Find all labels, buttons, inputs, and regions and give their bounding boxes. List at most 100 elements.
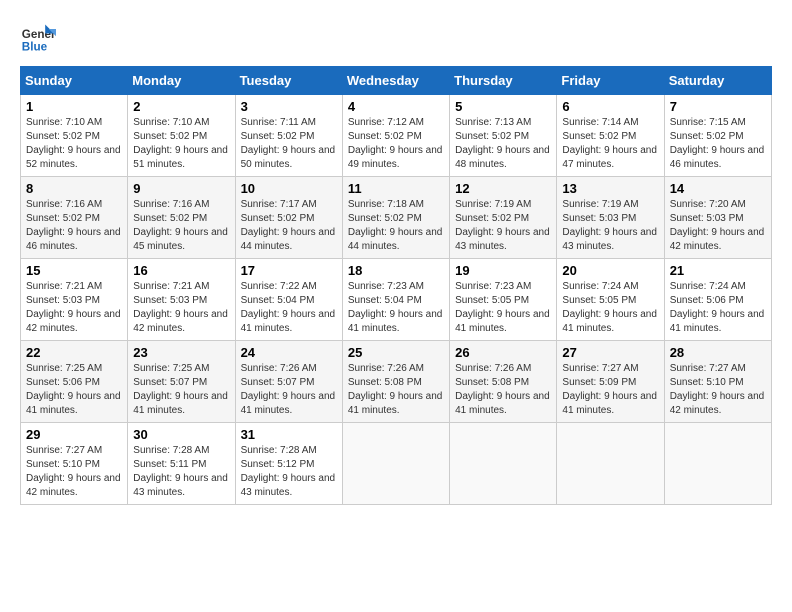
day-info: Sunrise: 7:21 AM Sunset: 5:03 PM Dayligh…: [133, 280, 229, 336]
day-cell: 1 Sunrise: 7:10 AM Sunset: 5:02 PM Dayli…: [21, 95, 128, 177]
page-header: General Blue: [20, 20, 772, 56]
day-number: 21: [670, 263, 766, 278]
day-info: Sunrise: 7:13 AM Sunset: 5:02 PM Dayligh…: [455, 116, 551, 172]
day-info: Sunrise: 7:24 AM Sunset: 5:06 PM Dayligh…: [670, 280, 766, 336]
day-cell: 10 Sunrise: 7:17 AM Sunset: 5:02 PM Dayl…: [235, 177, 342, 259]
day-number: 26: [455, 345, 551, 360]
day-info: Sunrise: 7:10 AM Sunset: 5:02 PM Dayligh…: [26, 116, 122, 172]
day-number: 11: [348, 181, 444, 196]
day-cell: 24 Sunrise: 7:26 AM Sunset: 5:07 PM Dayl…: [235, 341, 342, 423]
header-row: SundayMondayTuesdayWednesdayThursdayFrid…: [21, 67, 772, 95]
day-info: Sunrise: 7:25 AM Sunset: 5:06 PM Dayligh…: [26, 362, 122, 418]
day-number: 6: [562, 99, 658, 114]
week-row-5: 29 Sunrise: 7:27 AM Sunset: 5:10 PM Dayl…: [21, 423, 772, 505]
day-info: Sunrise: 7:27 AM Sunset: 5:10 PM Dayligh…: [26, 444, 122, 500]
day-info: Sunrise: 7:15 AM Sunset: 5:02 PM Dayligh…: [670, 116, 766, 172]
day-number: 22: [26, 345, 122, 360]
header-cell-sunday: Sunday: [21, 67, 128, 95]
day-info: Sunrise: 7:26 AM Sunset: 5:08 PM Dayligh…: [348, 362, 444, 418]
header-cell-saturday: Saturday: [664, 67, 771, 95]
svg-text:Blue: Blue: [22, 41, 48, 54]
day-cell: 3 Sunrise: 7:11 AM Sunset: 5:02 PM Dayli…: [235, 95, 342, 177]
day-cell: [557, 423, 664, 505]
day-cell: 8 Sunrise: 7:16 AM Sunset: 5:02 PM Dayli…: [21, 177, 128, 259]
day-cell: [450, 423, 557, 505]
day-info: Sunrise: 7:19 AM Sunset: 5:03 PM Dayligh…: [562, 198, 658, 254]
day-info: Sunrise: 7:16 AM Sunset: 5:02 PM Dayligh…: [133, 198, 229, 254]
day-info: Sunrise: 7:27 AM Sunset: 5:09 PM Dayligh…: [562, 362, 658, 418]
day-cell: 15 Sunrise: 7:21 AM Sunset: 5:03 PM Dayl…: [21, 259, 128, 341]
day-info: Sunrise: 7:26 AM Sunset: 5:08 PM Dayligh…: [455, 362, 551, 418]
day-info: Sunrise: 7:28 AM Sunset: 5:11 PM Dayligh…: [133, 444, 229, 500]
day-cell: 2 Sunrise: 7:10 AM Sunset: 5:02 PM Dayli…: [128, 95, 235, 177]
day-number: 12: [455, 181, 551, 196]
day-info: Sunrise: 7:24 AM Sunset: 5:05 PM Dayligh…: [562, 280, 658, 336]
day-info: Sunrise: 7:18 AM Sunset: 5:02 PM Dayligh…: [348, 198, 444, 254]
day-cell: 21 Sunrise: 7:24 AM Sunset: 5:06 PM Dayl…: [664, 259, 771, 341]
day-cell: 27 Sunrise: 7:27 AM Sunset: 5:09 PM Dayl…: [557, 341, 664, 423]
day-cell: [342, 423, 449, 505]
day-number: 29: [26, 427, 122, 442]
calendar-table: SundayMondayTuesdayWednesdayThursdayFrid…: [20, 66, 772, 505]
week-row-3: 15 Sunrise: 7:21 AM Sunset: 5:03 PM Dayl…: [21, 259, 772, 341]
day-cell: 31 Sunrise: 7:28 AM Sunset: 5:12 PM Dayl…: [235, 423, 342, 505]
day-info: Sunrise: 7:19 AM Sunset: 5:02 PM Dayligh…: [455, 198, 551, 254]
day-cell: 23 Sunrise: 7:25 AM Sunset: 5:07 PM Dayl…: [128, 341, 235, 423]
day-number: 31: [241, 427, 337, 442]
week-row-2: 8 Sunrise: 7:16 AM Sunset: 5:02 PM Dayli…: [21, 177, 772, 259]
day-number: 14: [670, 181, 766, 196]
day-cell: 28 Sunrise: 7:27 AM Sunset: 5:10 PM Dayl…: [664, 341, 771, 423]
week-row-4: 22 Sunrise: 7:25 AM Sunset: 5:06 PM Dayl…: [21, 341, 772, 423]
day-cell: 18 Sunrise: 7:23 AM Sunset: 5:04 PM Dayl…: [342, 259, 449, 341]
day-number: 19: [455, 263, 551, 278]
day-number: 9: [133, 181, 229, 196]
day-number: 25: [348, 345, 444, 360]
day-info: Sunrise: 7:25 AM Sunset: 5:07 PM Dayligh…: [133, 362, 229, 418]
day-info: Sunrise: 7:12 AM Sunset: 5:02 PM Dayligh…: [348, 116, 444, 172]
calendar-body: 1 Sunrise: 7:10 AM Sunset: 5:02 PM Dayli…: [21, 95, 772, 505]
day-info: Sunrise: 7:10 AM Sunset: 5:02 PM Dayligh…: [133, 116, 229, 172]
day-cell: 17 Sunrise: 7:22 AM Sunset: 5:04 PM Dayl…: [235, 259, 342, 341]
day-cell: 20 Sunrise: 7:24 AM Sunset: 5:05 PM Dayl…: [557, 259, 664, 341]
day-number: 17: [241, 263, 337, 278]
day-info: Sunrise: 7:20 AM Sunset: 5:03 PM Dayligh…: [670, 198, 766, 254]
logo: General Blue: [20, 20, 56, 56]
day-number: 28: [670, 345, 766, 360]
day-number: 27: [562, 345, 658, 360]
day-number: 10: [241, 181, 337, 196]
day-number: 2: [133, 99, 229, 114]
day-number: 8: [26, 181, 122, 196]
day-cell: 26 Sunrise: 7:26 AM Sunset: 5:08 PM Dayl…: [450, 341, 557, 423]
day-cell: 9 Sunrise: 7:16 AM Sunset: 5:02 PM Dayli…: [128, 177, 235, 259]
day-cell: 14 Sunrise: 7:20 AM Sunset: 5:03 PM Dayl…: [664, 177, 771, 259]
day-cell: 5 Sunrise: 7:13 AM Sunset: 5:02 PM Dayli…: [450, 95, 557, 177]
day-number: 13: [562, 181, 658, 196]
day-number: 23: [133, 345, 229, 360]
day-number: 1: [26, 99, 122, 114]
day-info: Sunrise: 7:21 AM Sunset: 5:03 PM Dayligh…: [26, 280, 122, 336]
day-number: 3: [241, 99, 337, 114]
day-cell: 30 Sunrise: 7:28 AM Sunset: 5:11 PM Dayl…: [128, 423, 235, 505]
day-info: Sunrise: 7:14 AM Sunset: 5:02 PM Dayligh…: [562, 116, 658, 172]
day-cell: 22 Sunrise: 7:25 AM Sunset: 5:06 PM Dayl…: [21, 341, 128, 423]
day-info: Sunrise: 7:23 AM Sunset: 5:05 PM Dayligh…: [455, 280, 551, 336]
day-cell: 19 Sunrise: 7:23 AM Sunset: 5:05 PM Dayl…: [450, 259, 557, 341]
day-info: Sunrise: 7:22 AM Sunset: 5:04 PM Dayligh…: [241, 280, 337, 336]
day-cell: 25 Sunrise: 7:26 AM Sunset: 5:08 PM Dayl…: [342, 341, 449, 423]
day-number: 4: [348, 99, 444, 114]
day-cell: 13 Sunrise: 7:19 AM Sunset: 5:03 PM Dayl…: [557, 177, 664, 259]
day-info: Sunrise: 7:23 AM Sunset: 5:04 PM Dayligh…: [348, 280, 444, 336]
week-row-1: 1 Sunrise: 7:10 AM Sunset: 5:02 PM Dayli…: [21, 95, 772, 177]
day-info: Sunrise: 7:28 AM Sunset: 5:12 PM Dayligh…: [241, 444, 337, 500]
day-cell: 16 Sunrise: 7:21 AM Sunset: 5:03 PM Dayl…: [128, 259, 235, 341]
day-number: 15: [26, 263, 122, 278]
day-number: 7: [670, 99, 766, 114]
header-cell-thursday: Thursday: [450, 67, 557, 95]
day-number: 16: [133, 263, 229, 278]
header-cell-friday: Friday: [557, 67, 664, 95]
header-cell-tuesday: Tuesday: [235, 67, 342, 95]
day-cell: 6 Sunrise: 7:14 AM Sunset: 5:02 PM Dayli…: [557, 95, 664, 177]
day-info: Sunrise: 7:17 AM Sunset: 5:02 PM Dayligh…: [241, 198, 337, 254]
day-info: Sunrise: 7:27 AM Sunset: 5:10 PM Dayligh…: [670, 362, 766, 418]
day-number: 18: [348, 263, 444, 278]
